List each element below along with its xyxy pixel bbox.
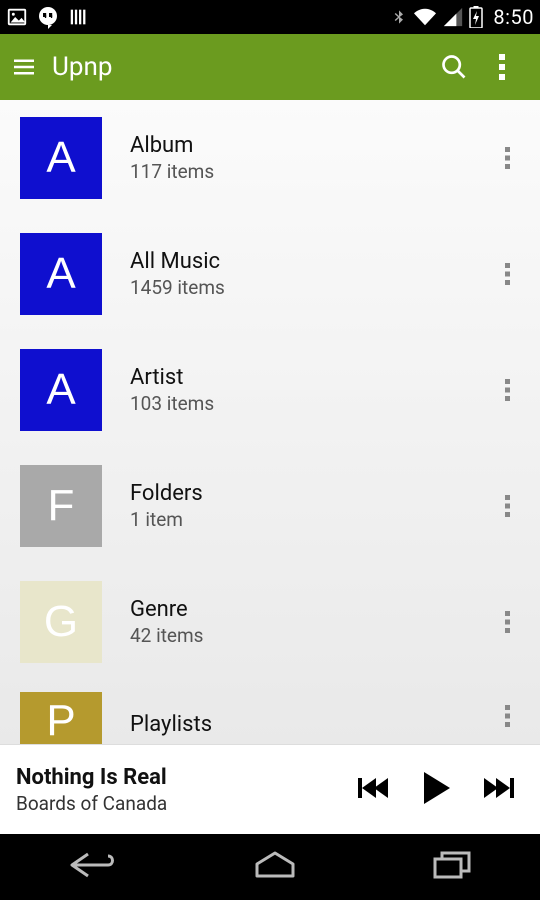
list-item[interactable]: A All Music1459 items [0,216,540,332]
list-item[interactable]: A Artist103 items [0,332,540,448]
overflow-menu-button[interactable] [478,43,526,91]
barcode-icon [68,6,90,28]
now-playing-bar[interactable]: Nothing Is Real Boards of Canada [0,744,540,834]
list-item-title: Playlists [130,712,484,737]
list-item-menu-button[interactable] [484,482,532,530]
next-track-button[interactable] [484,776,514,804]
signal-icon [443,7,463,27]
list-item-menu-button[interactable] [484,250,532,298]
list-item-menu-button[interactable] [484,692,532,740]
list-item-thumb: A [20,233,102,315]
list-item-thumb: A [20,349,102,431]
android-nav-bar [0,834,540,900]
list-item-subtitle: 42 items [130,624,484,647]
list-item-thumb: G [20,581,102,663]
list-item[interactable]: P Playlists [0,680,540,744]
list-item-subtitle: 117 items [130,160,484,183]
list-item-title: Folders [130,481,484,506]
list-item-subtitle: 103 items [130,392,484,415]
app-title: Upnp [52,52,112,82]
previous-track-button[interactable] [358,776,388,804]
list-item[interactable]: G Genre42 items [0,564,540,680]
list-item-menu-button[interactable] [484,366,532,414]
wifi-icon [413,6,437,28]
search-button[interactable] [430,43,478,91]
hangouts-icon [36,5,60,29]
list-item-subtitle: 1459 items [130,276,484,299]
recents-nav-button[interactable] [432,850,472,884]
app-bar: Upnp [0,34,540,100]
bluetooth-icon [391,6,407,28]
list-item-title: Genre [130,597,484,622]
play-button[interactable] [422,772,450,808]
list-item[interactable]: F Folders1 item [0,448,540,564]
list-item-thumb: F [20,465,102,547]
now-playing-artist: Boards of Canada [16,792,358,815]
menu-drawer-button[interactable] [14,43,38,91]
list-item[interactable]: A Album117 items [0,100,540,216]
now-playing-title: Nothing Is Real [16,765,358,790]
list-item-thumb: P [20,692,102,744]
list-item-title: Artist [130,365,484,390]
home-nav-button[interactable] [253,850,297,884]
list-item-subtitle: 1 item [130,508,484,531]
category-list: A Album117 items A All Music1459 items A Arti… [0,100,540,744]
battery-charging-icon [469,6,483,28]
list-item-menu-button[interactable] [484,598,532,646]
list-item-title: All Music [130,249,484,274]
list-item-title: Album [130,133,484,158]
status-bar: 8:50 [0,0,540,34]
picture-icon [6,6,28,28]
list-item-menu-button[interactable] [484,134,532,182]
list-item-thumb: A [20,117,102,199]
status-clock: 8:50 [493,5,534,29]
back-nav-button[interactable] [68,850,118,884]
